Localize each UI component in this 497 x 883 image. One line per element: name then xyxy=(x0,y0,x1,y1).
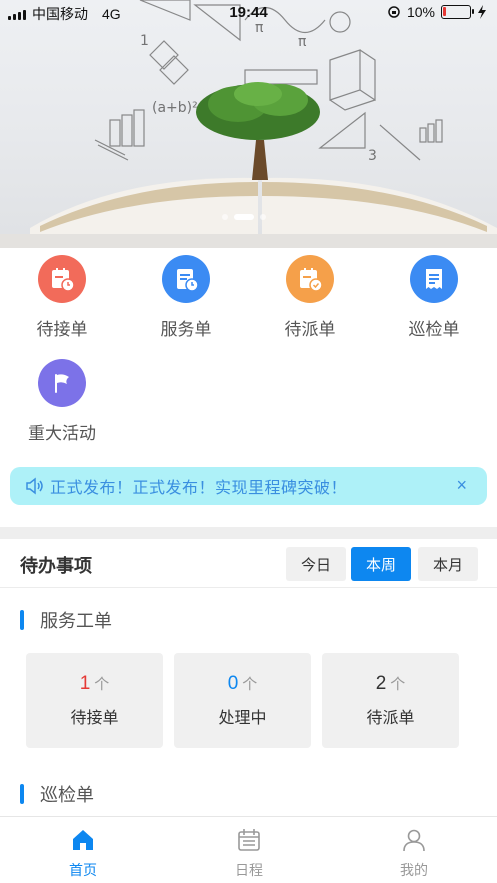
stat-unit: 个 xyxy=(390,676,406,693)
stat-label: 待接单 xyxy=(70,710,119,727)
stat-card-pending-accept[interactable]: 1个 待接单 xyxy=(26,653,163,748)
shortcut-pending-accept[interactable]: 待接单 xyxy=(0,248,124,340)
tab-label: 我的 xyxy=(400,862,428,878)
stat-label: 处理中 xyxy=(218,710,267,727)
svg-text:π: π xyxy=(298,34,307,50)
shortcut-inspection[interactable]: 巡检单 xyxy=(372,248,496,340)
shortcut-major-event[interactable]: 重大活动 xyxy=(0,352,124,444)
stat-unit: 个 xyxy=(94,676,110,693)
bottom-tab-bar: 首页 日程 我的 xyxy=(0,816,497,883)
carousel-dot[interactable] xyxy=(260,214,266,220)
shortcut-label: 待派单 xyxy=(284,320,336,339)
banner-carousel[interactable]: (a+b)² π π 3 1 xyxy=(0,0,497,248)
tab-schedule[interactable]: 日程 xyxy=(166,817,332,880)
document-clock-icon xyxy=(162,255,210,303)
stat-count: 1 xyxy=(79,673,91,694)
tab-home[interactable]: 首页 xyxy=(0,817,166,880)
section-title: 巡检单 xyxy=(40,785,94,805)
carousel-indicator[interactable] xyxy=(222,214,266,220)
notice-bar[interactable]: 正式发布！正式发布！实现里程碑突破！ × xyxy=(10,467,487,505)
carousel-dot[interactable] xyxy=(222,214,228,220)
tab-profile[interactable]: 我的 xyxy=(331,817,497,880)
carousel-dot[interactable] xyxy=(234,214,254,220)
shortcut-label: 服务单 xyxy=(160,320,212,339)
section-header-service: 服务工单 xyxy=(20,609,112,631)
todo-title: 待办事项 xyxy=(20,556,92,576)
section-title: 服务工单 xyxy=(40,611,112,631)
calendar-icon xyxy=(238,829,260,851)
stat-unit: 个 xyxy=(242,676,258,693)
receipt-icon xyxy=(410,255,458,303)
svg-text:(a+b)²: (a+b)² xyxy=(152,100,198,116)
battery-percent: 10% xyxy=(406,4,435,20)
stat-card-pending-dispatch[interactable]: 2个 待派单 xyxy=(322,653,459,748)
svg-text:1: 1 xyxy=(140,33,149,49)
rotation-lock-icon xyxy=(388,6,400,18)
battery-icon xyxy=(441,5,474,19)
shortcut-label: 巡检单 xyxy=(408,320,460,339)
flag-icon xyxy=(38,359,86,407)
user-icon xyxy=(403,829,425,852)
calendar-check-icon xyxy=(286,255,334,303)
status-bar: 中国移动 4G 19:44 10% xyxy=(0,0,497,26)
filter-this-week[interactable]: 本周 xyxy=(351,547,411,581)
filter-this-month[interactable]: 本月 xyxy=(418,547,478,581)
close-icon[interactable]: × xyxy=(456,475,467,496)
section-divider xyxy=(0,527,497,539)
notice-text: 正式发布！正式发布！实现里程碑突破！ xyxy=(50,480,348,497)
stat-count: 0 xyxy=(227,673,239,694)
stat-card-in-progress[interactable]: 0个 处理中 xyxy=(174,653,311,748)
section-accent-bar xyxy=(20,784,24,804)
divider xyxy=(0,587,497,588)
shortcut-label: 重大活动 xyxy=(28,424,96,443)
svg-text:3: 3 xyxy=(368,148,377,164)
charging-icon xyxy=(478,5,486,19)
shortcut-pending-dispatch[interactable]: 待派单 xyxy=(248,248,372,340)
stat-label: 待派单 xyxy=(366,710,415,727)
section-accent-bar xyxy=(20,610,24,630)
tab-label: 首页 xyxy=(69,862,97,878)
filter-today[interactable]: 今日 xyxy=(286,547,346,581)
shortcut-service-order[interactable]: 服务单 xyxy=(124,248,248,340)
tab-label: 日程 xyxy=(235,862,263,878)
banner-image: (a+b)² π π 3 1 xyxy=(0,0,497,248)
section-header-inspection: 巡检单 xyxy=(20,783,94,805)
stat-count: 2 xyxy=(375,673,387,694)
home-icon xyxy=(73,830,93,850)
calendar-clock-icon xyxy=(38,255,86,303)
speaker-icon xyxy=(26,477,43,495)
shortcut-label: 待接单 xyxy=(36,320,88,339)
